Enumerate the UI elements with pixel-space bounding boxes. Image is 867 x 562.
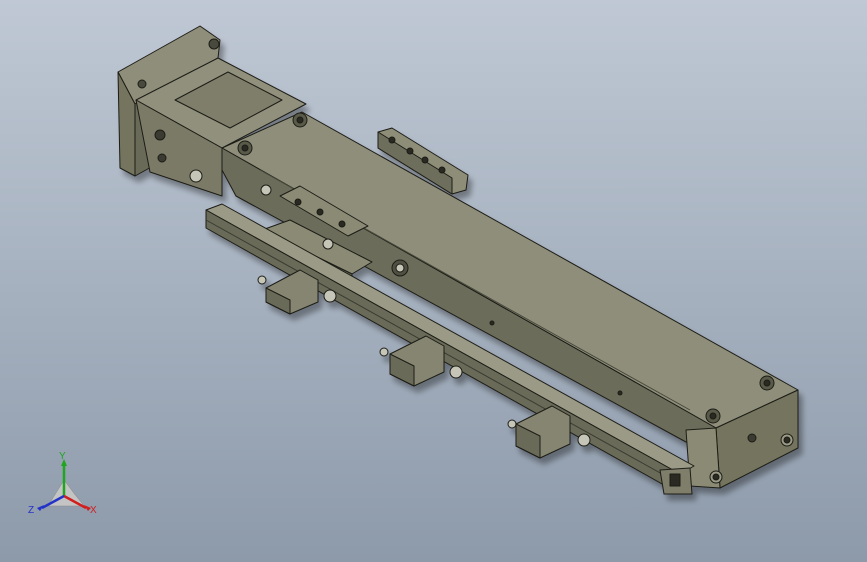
- linear-actuator-model[interactable]: [0, 0, 867, 562]
- triad-x-label: X: [90, 505, 97, 516]
- triad-y-label: Y: [59, 451, 66, 462]
- graphics-viewport[interactable]: Y X Z: [0, 0, 867, 562]
- triad-z-label: Z: [28, 505, 35, 516]
- coordinate-triad: Y X Z: [28, 450, 108, 522]
